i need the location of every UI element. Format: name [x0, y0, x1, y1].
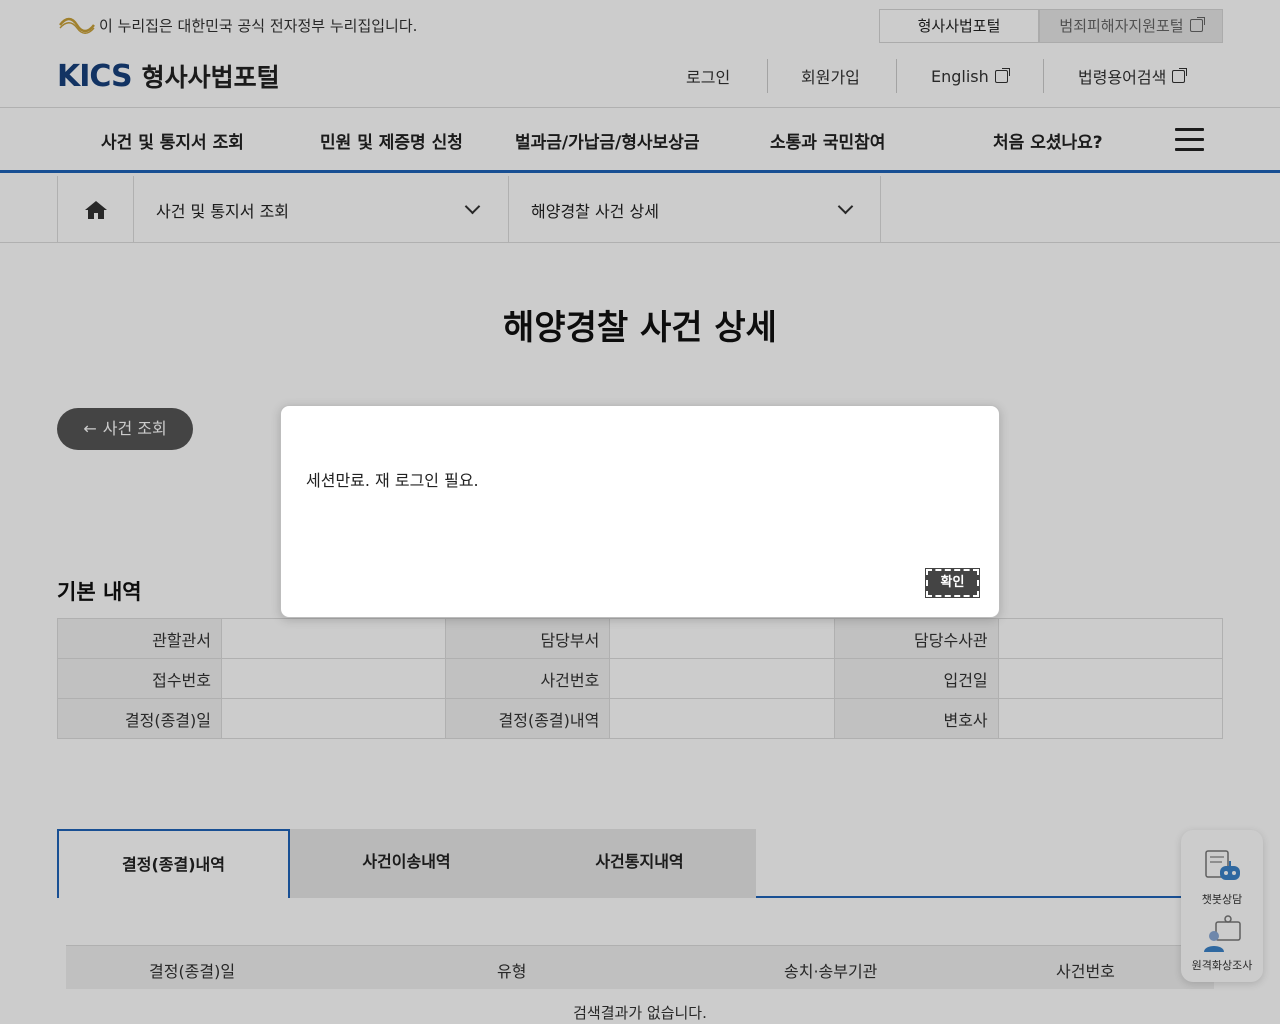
- dialog-message: 세션만료. 재 로그인 필요.: [306, 471, 479, 490]
- confirm-button[interactable]: 확인: [925, 568, 980, 598]
- session-expired-dialog: 세션만료. 재 로그인 필요.: [280, 405, 1000, 618]
